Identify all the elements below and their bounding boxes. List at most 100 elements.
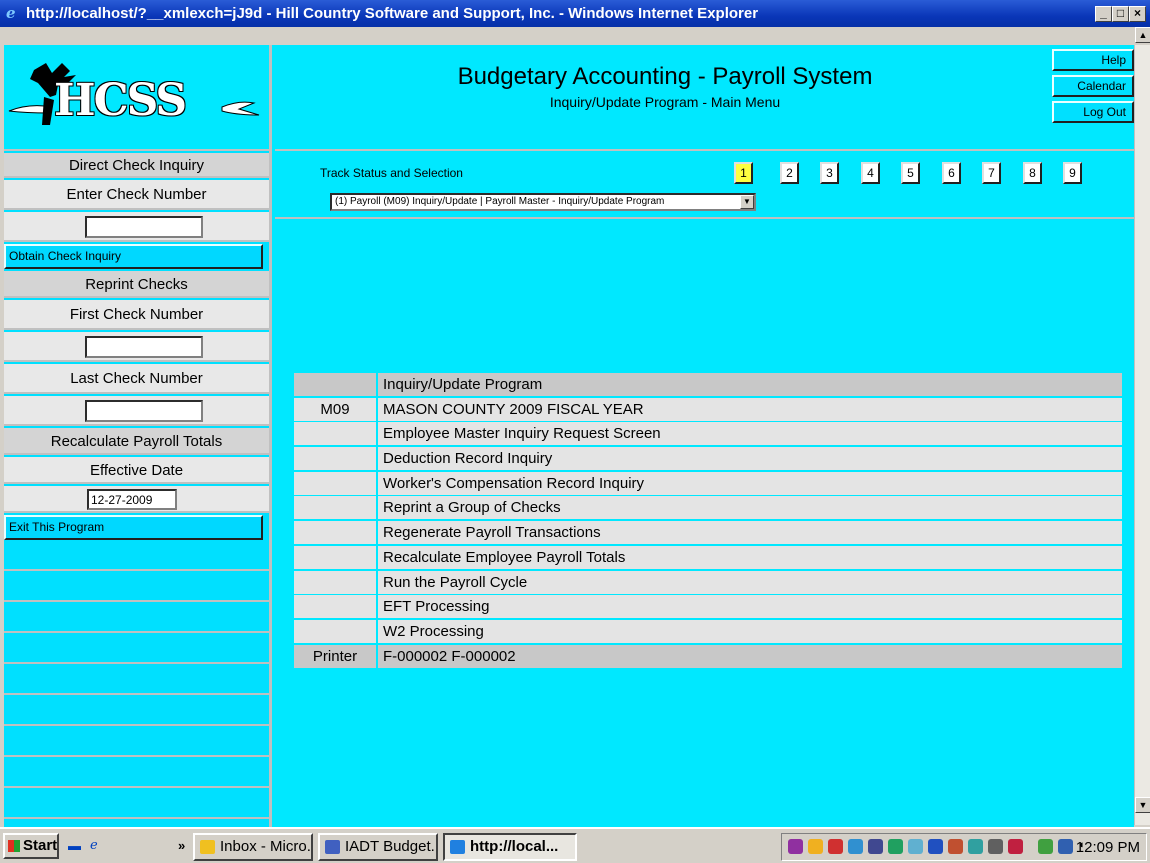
- first-check-number-input[interactable]: [85, 336, 203, 358]
- tray-app-icon[interactable]: [828, 839, 843, 854]
- menu-row-label[interactable]: Recalculate Employee Payroll Totals: [378, 545, 1122, 569]
- network-icon[interactable]: [1038, 839, 1053, 854]
- internet-explorer-icon[interactable]: e: [90, 839, 106, 853]
- menu-row-label[interactable]: Deduction Record Inquiry: [378, 447, 1122, 471]
- menu-row[interactable]: EFT Processing: [294, 595, 1124, 620]
- menu-row[interactable]: Regenerate Payroll Transactions: [294, 521, 1124, 546]
- main-menu-table: Inquiry/Update Program M09 MASON COUNTY 20…: [294, 373, 1124, 670]
- menu-row[interactable]: Deduction Record Inquiry: [294, 447, 1124, 472]
- task-iadt-budget[interactable]: IADT Budget...: [318, 833, 438, 861]
- menu-row-label[interactable]: Run the Payroll Cycle: [378, 570, 1122, 594]
- menu-row-code: [294, 545, 376, 569]
- sidebar-filler: [4, 697, 269, 726]
- tray-app-icon[interactable]: [868, 839, 883, 854]
- menu-row-code: [294, 619, 376, 643]
- track-selection-dropdown[interactable]: (1) Payroll (M09) Inquiry/Update | Payro…: [330, 193, 756, 211]
- start-label: Start: [23, 837, 58, 854]
- tray-app-icon[interactable]: [788, 839, 803, 854]
- sidebar-filler: [4, 759, 269, 788]
- task-iadt-budget-label: IADT Budget...: [345, 838, 438, 855]
- sidebar-filler: [4, 542, 269, 571]
- menu-row-code: Printer: [294, 644, 376, 668]
- track-step-2[interactable]: 2: [780, 162, 799, 184]
- menu-row-label[interactable]: Worker's Compensation Record Inquiry: [378, 471, 1122, 495]
- tray-app-icon[interactable]: [988, 839, 1003, 854]
- help-button[interactable]: Help: [1052, 49, 1134, 71]
- hcss-logo: HCSS: [4, 45, 269, 151]
- track-step-6[interactable]: 6: [942, 162, 961, 184]
- word-document-icon: [325, 840, 340, 854]
- effective-date-input[interactable]: [87, 489, 177, 510]
- system-tray: ◖ 12:09 PM: [781, 833, 1147, 861]
- scroll-down-icon[interactable]: ▼: [1135, 797, 1150, 813]
- tray-app-icon[interactable]: [968, 839, 983, 854]
- calendar-button[interactable]: Calendar: [1052, 75, 1134, 97]
- menu-row-code: M09: [294, 397, 376, 421]
- menu-row[interactable]: Run the Payroll Cycle: [294, 570, 1124, 596]
- obtain-check-inquiry-button[interactable]: Obtain Check Inquiry: [4, 244, 263, 269]
- internet-explorer-icon: [450, 840, 465, 854]
- maximize-button[interactable]: □: [1112, 6, 1129, 22]
- page-viewport: HCSS Direct Check Inquiry Enter Check Nu…: [4, 45, 1134, 832]
- check-number-input[interactable]: [85, 216, 203, 238]
- menu-row: Printer F-000002 F-000002: [294, 644, 1124, 670]
- menu-row[interactable]: Recalculate Employee Payroll Totals: [294, 545, 1124, 571]
- tray-app-icon[interactable]: [888, 839, 903, 854]
- track-step-8[interactable]: 8: [1023, 162, 1042, 184]
- menu-row: M09 MASON COUNTY 2009 FISCAL YEAR: [294, 397, 1124, 423]
- left-sidebar: HCSS Direct Check Inquiry Enter Check Nu…: [4, 45, 272, 832]
- track-step-9[interactable]: 9: [1063, 162, 1082, 184]
- tray-app-icon[interactable]: [948, 839, 963, 854]
- sidebar-filler: [4, 728, 269, 757]
- menu-row[interactable]: Worker's Compensation Record Inquiry: [294, 471, 1124, 497]
- minimize-button[interactable]: _: [1095, 6, 1112, 22]
- monitor-icon[interactable]: [1058, 839, 1073, 854]
- menu-row-label: MASON COUNTY 2009 FISCAL YEAR: [378, 397, 1122, 421]
- task-inbox-label: Inbox - Micro...: [220, 838, 313, 855]
- menu-row-label[interactable]: Employee Master Inquiry Request Screen: [378, 422, 1122, 446]
- close-button[interactable]: ×: [1129, 6, 1146, 22]
- page-subtitle: Inquiry/Update Program - Main Menu: [549, 94, 781, 110]
- task-inbox[interactable]: Inbox - Micro...: [193, 833, 313, 861]
- track-step-4[interactable]: 4: [861, 162, 880, 184]
- scroll-up-icon[interactable]: ▲: [1135, 27, 1150, 43]
- tray-app-icon[interactable]: [908, 839, 923, 854]
- menu-row: Inquiry/Update Program: [294, 373, 1124, 398]
- log-out-button[interactable]: Log Out: [1052, 101, 1134, 123]
- tray-app-icon[interactable]: [808, 839, 823, 854]
- internet-explorer-icon: e: [6, 4, 16, 22]
- start-button[interactable]: Start: [3, 833, 59, 859]
- tray-app-icon[interactable]: [848, 839, 863, 854]
- task-browser[interactable]: http://local...: [443, 833, 577, 861]
- track-step-7[interactable]: 7: [982, 162, 1001, 184]
- menu-row-code: [294, 471, 376, 495]
- page-header: Budgetary Accounting - Payroll System In…: [275, 45, 1134, 151]
- last-check-number-input[interactable]: [85, 400, 203, 422]
- menu-row[interactable]: W2 Processing: [294, 619, 1124, 645]
- exit-program-button[interactable]: Exit This Program: [4, 515, 263, 540]
- dropdown-arrow-icon[interactable]: ▼: [740, 195, 754, 209]
- vertical-scrollbar[interactable]: ▲ ▼: [1134, 27, 1150, 825]
- track-step-3[interactable]: 3: [820, 162, 839, 184]
- menu-row-label: Inquiry/Update Program: [378, 373, 1122, 396]
- track-status-label: Track Status and Selection: [320, 166, 463, 180]
- menu-row-label[interactable]: EFT Processing: [378, 595, 1122, 619]
- sidebar-filler: [4, 666, 269, 695]
- reprint-checks-heading: Reprint Checks: [4, 271, 269, 298]
- sidebar-filler: [4, 604, 269, 633]
- menu-row[interactable]: Reprint a Group of Checks: [294, 496, 1124, 522]
- menu-row-label[interactable]: Regenerate Payroll Transactions: [378, 521, 1122, 545]
- menu-row-code: [294, 422, 376, 446]
- window-title: http://localhost/?__xmlexch=jJ9d - Hill …: [26, 5, 759, 22]
- menu-row[interactable]: Employee Master Inquiry Request Screen: [294, 422, 1124, 448]
- track-step-1[interactable]: 1: [734, 162, 753, 184]
- quick-launch-overflow-icon[interactable]: »: [178, 839, 194, 853]
- track-step-5[interactable]: 5: [901, 162, 920, 184]
- menu-row-label[interactable]: Reprint a Group of Checks: [378, 496, 1122, 520]
- show-desktop-icon[interactable]: ▬: [68, 839, 84, 853]
- recalculate-payroll-totals-button[interactable]: Recalculate Payroll Totals: [4, 428, 269, 455]
- menu-row-label: F-000002 F-000002: [378, 644, 1122, 668]
- tray-app-icon[interactable]: [928, 839, 943, 854]
- menu-row-label[interactable]: W2 Processing: [378, 619, 1122, 643]
- tray-app-icon[interactable]: [1008, 839, 1023, 854]
